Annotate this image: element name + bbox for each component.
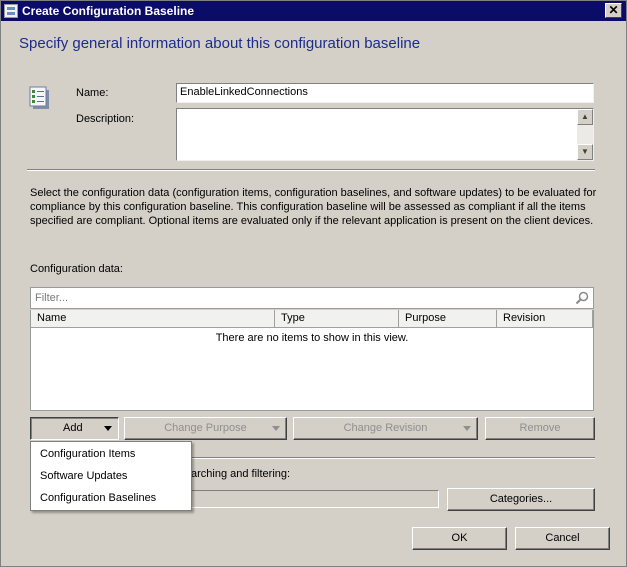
column-header-revision[interactable]: Revision xyxy=(497,310,593,328)
scroll-down-icon[interactable]: ▼ xyxy=(577,144,593,160)
add-button[interactable]: Add xyxy=(30,417,119,440)
ok-button[interactable]: OK xyxy=(412,527,507,550)
chevron-down-icon xyxy=(272,426,280,431)
filter-input[interactable]: Filter... xyxy=(30,287,594,309)
remove-button[interactable]: Remove xyxy=(485,417,595,440)
create-configuration-baseline-dialog: Create Configuration Baseline ✕ Specify … xyxy=(0,0,627,567)
change-revision-button[interactable]: Change Revision xyxy=(293,417,478,440)
change-revision-label: Change Revision xyxy=(343,422,428,434)
description-scrollbar[interactable]: ▲ ▼ xyxy=(577,109,593,160)
baseline-icon xyxy=(4,4,18,18)
categories-field xyxy=(161,490,439,508)
menu-item-software-updates[interactable]: Software Updates xyxy=(31,465,191,487)
chevron-down-icon xyxy=(463,426,471,431)
configuration-baseline-icon xyxy=(29,86,49,109)
window-title: Create Configuration Baseline xyxy=(22,4,195,18)
configuration-data-list[interactable]: Name Type Purpose Revision There are no … xyxy=(30,310,594,411)
add-button-label: Add xyxy=(63,422,83,434)
column-header-type[interactable]: Type xyxy=(275,310,399,328)
description-input[interactable]: ▲ ▼ xyxy=(176,108,594,161)
description-label: Description: xyxy=(76,113,135,125)
search-icon[interactable] xyxy=(575,291,589,305)
page-heading: Specify general information about this c… xyxy=(19,35,421,52)
categories-button[interactable]: Categories... xyxy=(447,488,595,511)
empty-list-message: There are no items to show in this view. xyxy=(215,332,409,344)
name-label: Name: xyxy=(76,87,109,99)
column-header-name[interactable]: Name xyxy=(31,310,275,328)
divider xyxy=(27,169,595,171)
name-input[interactable]: EnableLinkedConnections xyxy=(176,83,594,103)
configuration-data-description: Select the configuration data (configura… xyxy=(30,187,597,227)
column-header-purpose[interactable]: Purpose xyxy=(399,310,497,328)
menu-item-configuration-baselines[interactable]: Configuration Baselines xyxy=(31,487,191,509)
chevron-down-icon xyxy=(104,426,112,431)
add-dropdown-menu: Configuration Items Software Updates Con… xyxy=(30,441,192,511)
scroll-up-icon[interactable]: ▲ xyxy=(577,109,593,125)
change-purpose-button[interactable]: Change Purpose xyxy=(124,417,287,440)
filter-placeholder: Filter... xyxy=(35,292,69,304)
cancel-button[interactable]: Cancel xyxy=(515,527,610,550)
title-bar: Create Configuration Baseline ✕ xyxy=(1,1,626,21)
close-button[interactable]: ✕ xyxy=(605,3,622,18)
categories-label: arching and filtering: xyxy=(191,468,291,480)
configuration-data-label: Configuration data: xyxy=(30,263,123,275)
name-input-value: EnableLinkedConnections xyxy=(180,86,308,98)
menu-item-configuration-items[interactable]: Configuration Items xyxy=(31,443,191,465)
change-purpose-label: Change Purpose xyxy=(164,422,247,434)
